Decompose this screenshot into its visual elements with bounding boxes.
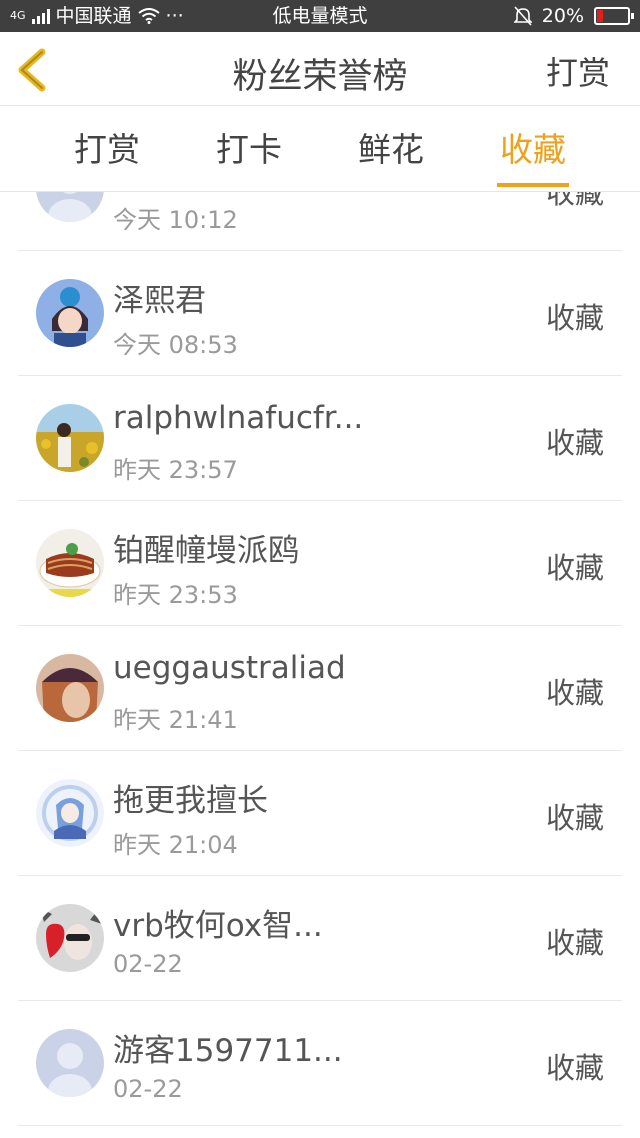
- list-item[interactable]: ueggaustraliad 昨天 21:41 收藏: [18, 626, 622, 751]
- action-label: 收藏: [545, 192, 604, 210]
- default-avatar: [36, 192, 104, 222]
- action-label: 收藏: [545, 301, 604, 335]
- fan-list[interactable]: 今天 10:12 收藏 泽熙君 今天 08:53 收藏 ralphwlnafuc…: [0, 192, 640, 1138]
- action-label: 收藏: [545, 676, 604, 710]
- page-title: 粉丝荣誉榜: [232, 57, 408, 97]
- tab-label: 收藏: [500, 130, 566, 169]
- user-name: 拖更我擅长: [113, 783, 268, 819]
- tab-bar: 打赏 打卡 鲜花 收藏: [0, 106, 640, 192]
- tab-label: 打赏: [74, 130, 140, 169]
- action-label: 收藏: [545, 551, 604, 585]
- action-label: 收藏: [545, 801, 604, 835]
- user-name: 游客1597711...: [113, 1033, 343, 1069]
- action-label: 收藏: [545, 426, 604, 460]
- timestamp: 昨天 21:41: [113, 706, 238, 734]
- anime-avatar: [36, 279, 104, 347]
- user-name: vrb牧何ox智...: [113, 908, 323, 944]
- list-item[interactable]: 拖更我擅长 昨天 21:04 收藏: [18, 751, 622, 876]
- user-name: 铂醒幢墁派鸥: [113, 533, 299, 569]
- nav-bar: 粉丝荣誉榜 打赏: [0, 32, 640, 106]
- battery-fill: [597, 10, 603, 22]
- action-label: 收藏: [545, 1051, 604, 1085]
- status-right: 20%: [513, 0, 634, 32]
- timestamp: 今天 10:12: [113, 206, 238, 234]
- girl-hat-avatar: [36, 654, 104, 722]
- tab-reward[interactable]: 打赏: [36, 106, 178, 192]
- list-item[interactable]: ralphwlnafucfr... 昨天 23:57 收藏: [18, 376, 622, 501]
- list-item[interactable]: vrb牧何ox智... 02-22 收藏: [18, 876, 622, 1001]
- timestamp: 昨天 21:04: [113, 831, 238, 859]
- timestamp: 昨天 23:57: [113, 456, 238, 484]
- bell-muted-icon: [513, 6, 532, 26]
- timestamp: 02-22: [113, 1075, 183, 1103]
- timestamp: 今天 08:53: [113, 331, 238, 359]
- user-name: ueggaustraliad: [113, 650, 346, 686]
- list-item[interactable]: 铂醒幢墁派鸥 昨天 23:53 收藏: [18, 501, 622, 626]
- status-bar: 4G 中国联通 ··· 低电量模式 20%: [0, 0, 640, 32]
- battery-icon: [594, 7, 634, 25]
- timestamp: 昨天 23:53: [113, 581, 238, 609]
- tab-label: 鲜花: [358, 130, 424, 169]
- default-avatar: [36, 1029, 104, 1097]
- user-name: 泽熙君: [113, 283, 206, 319]
- tab-checkin[interactable]: 打卡: [178, 106, 320, 192]
- list-item[interactable]: 泽熙君 今天 08:53 收藏: [18, 251, 622, 376]
- battery-percent: 20%: [541, 5, 584, 27]
- user-name: ralphwlnafucfr...: [113, 400, 364, 436]
- tab-label: 打卡: [216, 130, 282, 169]
- heart-avatar: [36, 904, 104, 972]
- list-item[interactable]: 游客1597711... 02-22 收藏: [18, 1001, 622, 1126]
- tab-flowers[interactable]: 鲜花: [320, 106, 462, 192]
- active-tab-underline: [497, 183, 569, 187]
- reward-button[interactable]: 打赏: [546, 48, 610, 94]
- blue-anime-avatar: [36, 779, 104, 847]
- list-item[interactable]: 今天 10:12 收藏: [18, 192, 622, 251]
- sunflower-photo-avatar: [36, 404, 104, 472]
- food-avatar: [36, 529, 104, 597]
- action-label: 收藏: [545, 926, 604, 960]
- tab-favorites[interactable]: 收藏: [462, 106, 604, 192]
- timestamp: 02-22: [113, 950, 183, 978]
